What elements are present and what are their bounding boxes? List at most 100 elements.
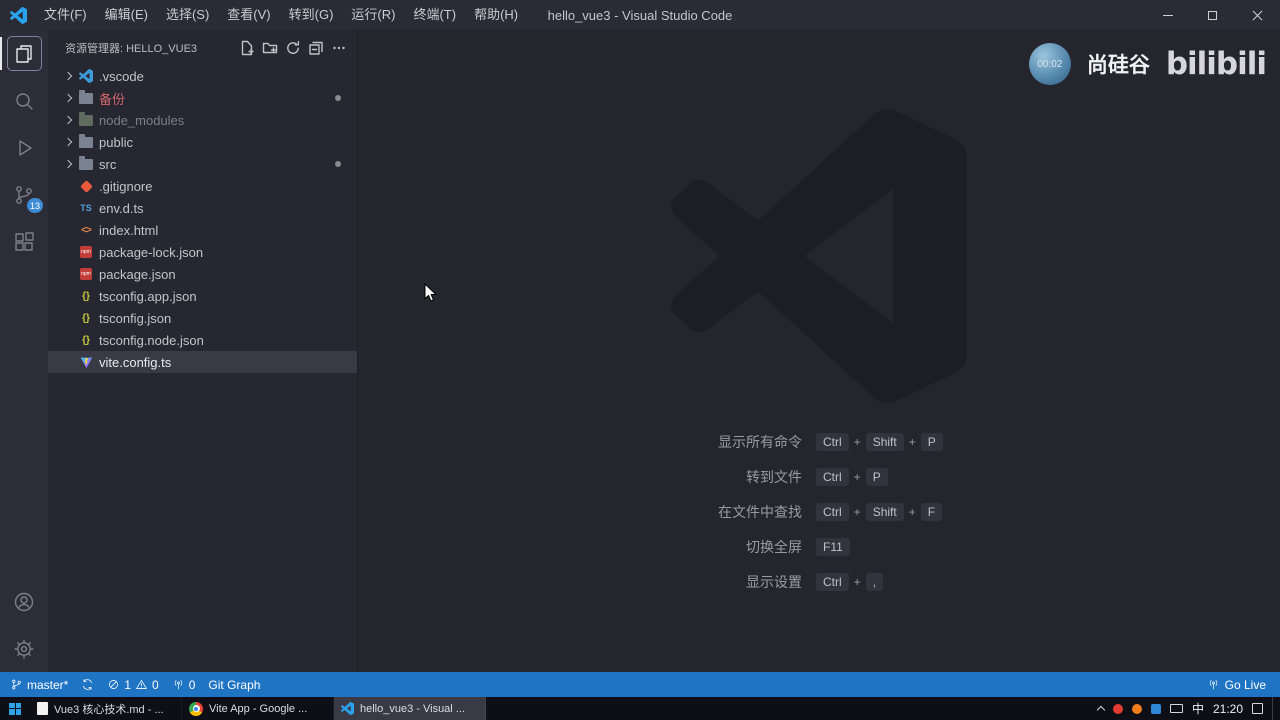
plus-separator: + — [853, 434, 861, 449]
npm-icon: npm — [80, 246, 92, 258]
minimize-button[interactable] — [1145, 0, 1190, 30]
show-desktop-button[interactable] — [1272, 697, 1277, 720]
close-button[interactable] — [1235, 0, 1280, 30]
run-debug-tab[interactable] — [0, 124, 48, 171]
new-file-icon[interactable] — [239, 40, 255, 56]
more-actions-icon[interactable] — [331, 40, 347, 56]
tree-item-tsconfig-app[interactable]: {} tsconfig.app.json — [48, 285, 357, 307]
settings-button[interactable] — [0, 625, 48, 672]
npm-icon: npm — [80, 268, 92, 280]
explorer-tab[interactable] — [0, 30, 48, 77]
file-label: node_modules — [99, 112, 185, 128]
maximize-button[interactable] — [1190, 0, 1235, 30]
watermark-brand: 00:02 尚硅谷 bilibili — [1028, 43, 1267, 85]
tree-item-vscode-folder[interactable]: .vscode — [48, 65, 357, 87]
branch-icon — [12, 679, 21, 690]
menu-terminal[interactable]: 终端(T) — [404, 0, 465, 30]
maximize-icon — [1208, 10, 1217, 20]
windows-taskbar: Vue3 核心技术.md - ... Vite App - Google ...… — [0, 697, 1280, 720]
shortcut-label: 显示所有命令 — [718, 433, 802, 450]
source-control-tab[interactable]: 13 — [0, 171, 48, 218]
sync-button[interactable] — [81, 678, 94, 691]
tree-item-tsconfig[interactable]: {} tsconfig.json — [48, 307, 357, 329]
tray-display-icon[interactable] — [1169, 704, 1183, 713]
activity-bar: 13 — [0, 30, 48, 672]
status-bar: master* 1 0 0 Git Graph Go Live — [0, 672, 1280, 697]
git-branch-item[interactable]: master* — [10, 678, 68, 692]
explorer-header: 资源管理器: HELLO_VUE3 — [48, 30, 357, 65]
windows-logo-icon — [9, 702, 21, 715]
chrome-icon — [189, 701, 203, 716]
plus-separator: + — [908, 434, 916, 449]
tray-app-icon-blue[interactable] — [1150, 703, 1161, 714]
plus-separator: + — [853, 574, 861, 589]
tray-app-icon-red[interactable] — [1112, 703, 1123, 714]
taskbar-app-markdown[interactable]: Vue3 核心技术.md - ... — [30, 697, 182, 720]
plus-separator: + — [853, 469, 861, 484]
tree-item-public[interactable]: public — [48, 131, 357, 153]
json-icon: {} — [82, 290, 90, 302]
menu-selection[interactable]: 选择(S) — [157, 0, 218, 30]
search-tab[interactable] — [0, 77, 48, 124]
ports-indicator[interactable]: 0 — [172, 678, 195, 692]
chevron-right-icon — [60, 117, 76, 123]
go-live-label: Go Live — [1224, 677, 1266, 692]
go-live-button[interactable]: Go Live — [1207, 678, 1266, 692]
tree-item-gitignore[interactable]: .gitignore — [48, 175, 357, 197]
collapse-all-icon[interactable] — [308, 40, 324, 56]
file-label: 备份 — [99, 91, 126, 107]
menu-view[interactable]: 查看(V) — [218, 0, 279, 30]
file-label: package-lock.json — [99, 244, 204, 260]
taskbar-clock[interactable]: 21:20 — [1213, 702, 1243, 716]
start-button[interactable] — [0, 697, 30, 720]
vscode-icon — [341, 702, 354, 715]
tree-item-node-modules[interactable]: node_modules — [48, 109, 357, 131]
tree-item-index-html[interactable]: <> index.html — [48, 219, 357, 241]
explorer-sidebar: 资源管理器: HELLO_VUE3 .vscode 备份 node_module… — [48, 30, 358, 672]
tray-expand-icon[interactable] — [1096, 705, 1106, 715]
taskbar-app-label: hello_vue3 - Visual ... — [360, 702, 465, 715]
folder-icon — [79, 89, 93, 104]
key: Shift — [865, 432, 904, 451]
menu-edit[interactable]: 编辑(E) — [96, 0, 157, 30]
key: , — [865, 572, 884, 591]
warning-count: 0 — [152, 677, 159, 692]
key: Ctrl — [816, 502, 849, 521]
file-label: public — [99, 134, 133, 150]
action-center-icon[interactable] — [1252, 703, 1263, 714]
key: Ctrl — [816, 432, 849, 451]
tree-item-package-json[interactable]: npm package.json — [48, 263, 357, 285]
file-label: src — [99, 156, 117, 172]
files-icon — [16, 44, 32, 63]
menu-help[interactable]: 帮助(H) — [465, 0, 527, 30]
ime-indicator[interactable]: 中 — [1192, 700, 1204, 717]
account-button[interactable] — [0, 578, 48, 625]
tray-app-icon-orange[interactable] — [1131, 703, 1142, 714]
menu-file[interactable]: 文件(F) — [35, 0, 96, 30]
tree-item-vite-config[interactable]: vite.config.ts — [48, 351, 357, 373]
typescript-icon: TS — [80, 203, 92, 213]
desktop: 文件(F) 编辑(E) 选择(S) 查看(V) 转到(G) 运行(R) 终端(T… — [0, 0, 1280, 720]
taskbar-app-chrome[interactable]: Vite App - Google ... — [182, 697, 334, 720]
menu-run[interactable]: 运行(R) — [342, 0, 404, 30]
tree-item-package-lock[interactable]: npm package-lock.json — [48, 241, 357, 263]
problems-indicator[interactable]: 1 0 — [107, 677, 159, 692]
file-label: .gitignore — [99, 178, 153, 194]
menu-go[interactable]: 转到(G) — [280, 0, 343, 30]
window-controls — [1145, 0, 1280, 30]
taskbar-app-vscode[interactable]: hello_vue3 - Visual ... — [334, 697, 486, 720]
tree-item-backup-folder[interactable]: 备份 — [48, 87, 357, 109]
vscode-watermark-logo — [671, 108, 967, 404]
tree-item-src[interactable]: src — [48, 153, 357, 175]
new-folder-icon[interactable] — [262, 40, 278, 56]
broadcast-icon — [174, 680, 182, 690]
taskbar-app-label: Vue3 核心技术.md - ... — [54, 703, 164, 716]
git-graph-button[interactable]: Git Graph — [208, 678, 260, 692]
extensions-tab[interactable] — [0, 218, 48, 265]
tree-item-tsconfig-node[interactable]: {} tsconfig.node.json — [48, 329, 357, 351]
tree-item-env-dts[interactable]: TS env.d.ts — [48, 197, 357, 219]
error-icon — [109, 680, 119, 689]
refresh-icon[interactable] — [285, 40, 301, 56]
git-graph-label: Git Graph — [208, 677, 261, 692]
document-icon — [37, 702, 48, 715]
